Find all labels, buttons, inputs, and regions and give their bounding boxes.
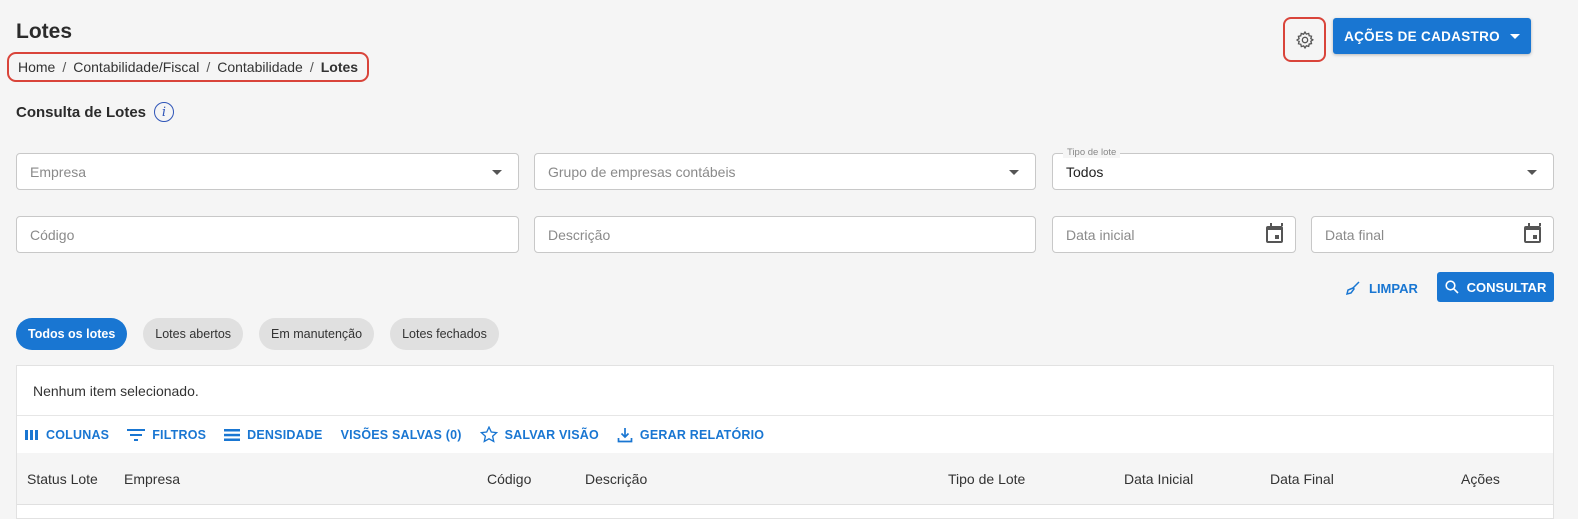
calendar-icon[interactable] [1266,223,1283,243]
data-final-field[interactable]: Data final [1311,216,1554,253]
breadcrumb-separator: / [62,59,67,75]
salvar-visao-button[interactable]: SALVAR VISÃO [479,426,599,443]
limpar-button[interactable]: LIMPAR [1345,280,1418,296]
colunas-button[interactable]: COLUNAS [25,428,109,442]
gear-icon [1295,30,1314,49]
column-header-tipo-de-lote[interactable]: Tipo de Lote [948,471,1025,487]
chip-em-manutencao[interactable]: Em manutenção [259,318,375,350]
dropdown-arrow-icon [492,170,502,175]
star-icon [479,426,498,443]
grid-toolbar: COLUNAS FILTROS DENSIDADE VISÕES SALVAS … [17,416,1553,453]
column-header-empresa[interactable]: Empresa [124,471,180,487]
data-final-placeholder: Data final [1325,226,1385,243]
breadcrumb-separator: / [206,59,211,75]
broom-icon [1345,281,1360,296]
column-header-acoes: Ações [1461,471,1500,487]
chip-lotes-abertos[interactable]: Lotes abertos [143,318,244,350]
info-icon[interactable]: i [154,102,175,122]
columns-icon [25,429,38,440]
gerar-relatorio-label: GERAR RELATÓRIO [639,427,765,442]
tipo-de-lote-select[interactable]: Tipo de lote Todos [1052,147,1554,190]
column-header-data-inicial[interactable]: Data Inicial [1124,471,1193,487]
densidade-label: DENSIDADE [247,427,323,442]
breadcrumb-contabilidade-fiscal[interactable]: Contabilidade/Fiscal [73,59,199,75]
descricao-field[interactable]: Descrição [534,216,1036,253]
section-title-text: Consulta de Lotes [16,103,147,121]
visoes-salvas-button[interactable]: VISÕES SALVAS (0) [341,428,462,442]
visoes-salvas-label: VISÕES SALVAS (0) [340,427,462,442]
consultar-label: CONSULTAR [1466,279,1547,295]
colunas-label: COLUNAS [46,427,110,442]
empresa-select[interactable]: Empresa [16,153,519,190]
consultar-button[interactable]: CONSULTAR [1437,272,1554,302]
tipo-de-lote-label: Tipo de lote [1063,147,1121,158]
salvar-visao-label: SALVAR VISÃO [504,427,599,442]
data-inicial-field[interactable]: Data inicial [1052,216,1296,253]
section-title: Consulta de Lotes i [16,102,175,122]
grid-header-row: Status Lote Empresa Código Descrição Tip… [17,453,1553,505]
settings-button[interactable] [1283,17,1326,62]
limpar-label: LIMPAR [1369,280,1418,296]
codigo-placeholder: Código [30,226,75,243]
codigo-field[interactable]: Código [16,216,519,253]
chip-todos-os-lotes[interactable]: Todos os lotes [16,318,128,350]
densidade-button[interactable]: DENSIDADE [224,428,322,442]
page: Lotes Home / Contabilidade/Fiscal / Cont… [0,0,1578,519]
data-inicial-placeholder: Data inicial [1066,226,1135,243]
gerar-relatorio-button[interactable]: GERAR RELATÓRIO [617,427,764,443]
grupo-empresas-select[interactable]: Grupo de empresas contábeis [534,153,1036,190]
breadcrumb-home[interactable]: Home [18,59,55,75]
breadcrumb-current: Lotes [320,59,359,75]
breadcrumb-contabilidade[interactable]: Contabilidade [217,59,303,75]
empresa-placeholder: Empresa [30,163,87,180]
page-title: Lotes [16,20,73,43]
column-header-codigo[interactable]: Código [487,471,531,487]
filter-lines-icon [127,428,146,441]
acoes-de-cadastro-label: AÇÕES DE CADASTRO [1344,28,1500,44]
grupo-empresas-placeholder: Grupo de empresas contábeis [548,163,736,180]
lotes-grid: Nenhum item selecionado. COLUNAS FILTROS… [16,365,1554,519]
acoes-de-cadastro-button[interactable]: AÇÕES DE CADASTRO [1333,18,1531,54]
column-header-status-lote[interactable]: Status Lote [27,471,98,487]
filtros-label: FILTROS [152,427,207,442]
filtros-button[interactable]: FILTROS [127,428,206,442]
caret-down-icon [1509,33,1520,39]
calendar-icon[interactable] [1524,223,1541,243]
search-icon [1445,280,1459,294]
breadcrumb-separator: / [309,59,314,75]
column-header-descricao[interactable]: Descrição [585,471,647,487]
dropdown-arrow-icon [1527,170,1537,175]
lote-status-chips: Todos os lotes Lotes abertos Em manutenç… [16,318,499,350]
dropdown-arrow-icon [1009,170,1019,175]
density-icon [224,428,241,441]
breadcrumb: Home / Contabilidade/Fiscal / Contabilid… [7,52,370,82]
column-header-data-final[interactable]: Data Final [1270,471,1334,487]
download-icon [617,427,633,442]
descricao-placeholder: Descrição [548,226,611,243]
chip-lotes-fechados[interactable]: Lotes fechados [390,318,499,350]
selection-status: Nenhum item selecionado. [17,366,1553,416]
tipo-de-lote-value: Todos [1066,163,1104,180]
